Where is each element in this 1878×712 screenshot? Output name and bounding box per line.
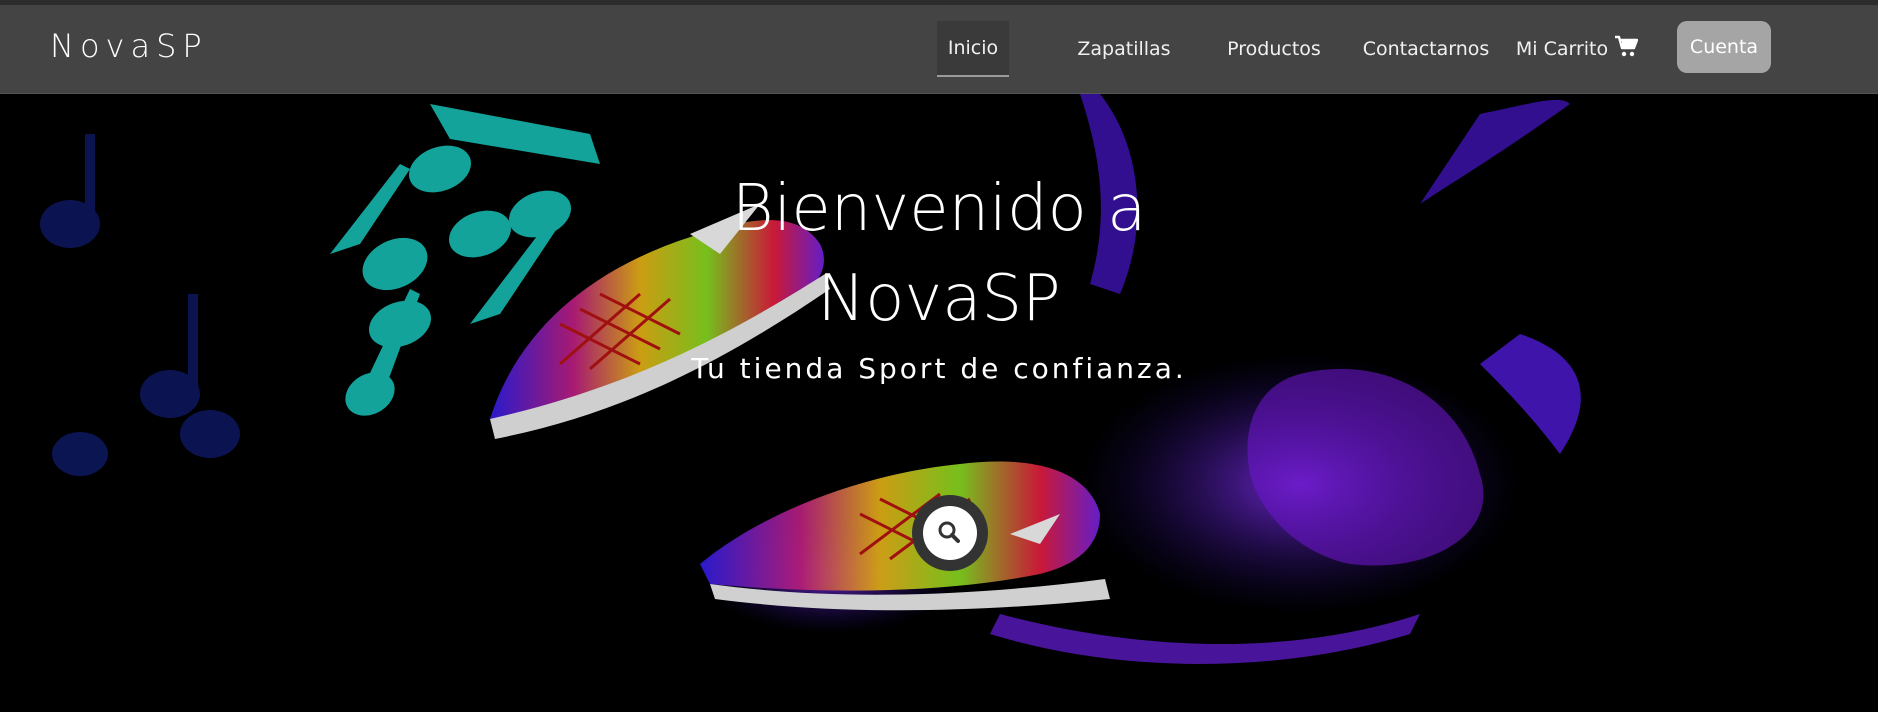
search-icon [938,521,960,543]
nav-item-zapatillas[interactable]: Zapatillas [1069,5,1179,93]
search-button[interactable] [912,495,988,571]
search-button-inner [923,506,977,560]
nav-item-contactarnos[interactable]: Contactarnos [1358,5,1494,93]
nav-item-label: Zapatillas [1077,38,1171,60]
hero-title-line1: Bienvenido a [731,172,1147,246]
nav-item-label: Productos [1227,38,1321,60]
navbar: NovaSP Inicio Zapatillas Productos Conta… [0,5,1878,94]
hero-banner: Bienvenido a NovaSP Tu tienda Sport de c… [0,94,1878,712]
hero-title-line2: NovaSP [817,262,1061,336]
nav-item-inicio[interactable]: Inicio [937,21,1009,77]
nav-item-mi-carrito[interactable]: Mi Carrito [1513,5,1611,93]
shopping-cart-icon[interactable] [1614,35,1638,59]
nav-item-label: Inicio [947,37,999,59]
nav-item-label: Mi Carrito [1515,38,1609,60]
nav-item-productos[interactable]: Productos [1221,5,1327,93]
hero-subtitle: Tu tienda Sport de confianza. [691,352,1187,385]
brand-logo[interactable]: NovaSP [50,27,208,65]
hero-title: Bienvenido a NovaSP [639,164,1239,344]
account-button[interactable]: Cuenta [1677,21,1771,73]
nav-item-label: Contactarnos [1362,38,1490,60]
